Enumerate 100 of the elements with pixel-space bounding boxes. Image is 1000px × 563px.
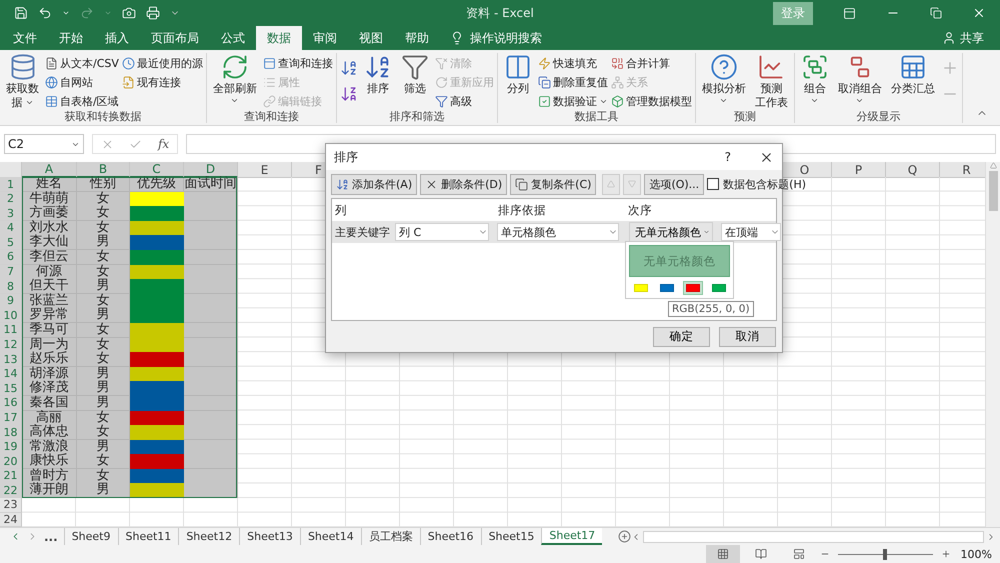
- color-cell[interactable]: [130, 250, 184, 265]
- row-number[interactable]: 16: [0, 396, 22, 411]
- row-number[interactable]: 6: [0, 250, 22, 265]
- dialog-button[interactable]: 取消: [719, 326, 776, 346]
- row-number[interactable]: 22: [0, 483, 22, 498]
- table-cell[interactable]: 李但云: [22, 250, 77, 265]
- table-cell[interactable]: 女: [77, 250, 130, 265]
- ribbon-button[interactable]: 最近使用的源: [122, 54, 203, 72]
- sort-ascending-icon[interactable]: [340, 59, 358, 77]
- database-icon[interactable]: [8, 53, 36, 81]
- color-cell[interactable]: [130, 468, 184, 484]
- table-cell[interactable]: [184, 235, 238, 250]
- color-cell[interactable]: [130, 396, 184, 411]
- table-cell[interactable]: 女: [77, 454, 130, 470]
- color-cell[interactable]: [130, 206, 184, 222]
- column-header[interactable]: R: [940, 162, 985, 178]
- row-number[interactable]: 18: [0, 425, 22, 440]
- column-header[interactable]: Q: [886, 162, 940, 178]
- globe-icon[interactable]: [45, 76, 58, 88]
- restore-icon[interactable]: [930, 7, 942, 19]
- table-cell[interactable]: [184, 454, 238, 470]
- color-option[interactable]: [657, 281, 677, 295]
- redo-icon[interactable]: [80, 6, 94, 20]
- color-cell[interactable]: [130, 410, 184, 426]
- save-icon[interactable]: [14, 6, 28, 20]
- table-cell[interactable]: 女: [77, 322, 130, 338]
- table-cell[interactable]: [184, 468, 238, 484]
- add-sheet-icon[interactable]: [618, 530, 632, 543]
- zoom-in-icon[interactable]: [940, 549, 951, 559]
- row-number[interactable]: 9: [0, 294, 22, 309]
- caret-icon[interactable]: [62, 9, 70, 17]
- ribbon-button[interactable]: 模拟分析: [698, 53, 749, 110]
- search-field[interactable]: 操作说明搜索: [470, 30, 542, 46]
- row-number[interactable]: 11: [0, 322, 22, 338]
- table-cell[interactable]: [184, 206, 238, 222]
- combine-icon[interactable]: [610, 56, 624, 70]
- table-cell[interactable]: [184, 279, 238, 294]
- ribbon-button[interactable]: 高级: [434, 92, 494, 110]
- share-button[interactable]: 共享: [960, 30, 984, 46]
- refresh-icon[interactable]: [220, 53, 249, 81]
- table-cell[interactable]: 李大仙: [22, 235, 77, 250]
- clock-icon[interactable]: [122, 56, 135, 70]
- column-select[interactable]: 列 C: [395, 223, 489, 241]
- table-cell[interactable]: 男: [77, 279, 130, 294]
- table-cell[interactable]: 男: [77, 483, 130, 498]
- help-icon[interactable]: [710, 53, 738, 81]
- lightning-icon[interactable]: [538, 56, 551, 70]
- caret-icon[interactable]: [719, 96, 728, 105]
- ribbon-button[interactable]: 预测 工作表: [752, 53, 791, 110]
- row-number[interactable]: 24: [0, 512, 22, 527]
- copy-icon[interactable]: [515, 178, 528, 190]
- column-header[interactable]: B: [77, 162, 130, 178]
- table-cell[interactable]: 男: [77, 235, 130, 250]
- table-cell[interactable]: 薄开朗: [22, 483, 77, 498]
- color-option[interactable]: [683, 281, 703, 295]
- table-cell[interactable]: 女: [77, 220, 130, 236]
- table-cell[interactable]: [184, 483, 238, 498]
- table-cell[interactable]: 女: [77, 468, 130, 484]
- color-cell[interactable]: [130, 425, 184, 440]
- table-cell[interactable]: [184, 264, 238, 280]
- row-number[interactable]: 12: [0, 338, 22, 353]
- table-cell[interactable]: 康快乐: [22, 454, 77, 470]
- color-cell[interactable]: [130, 454, 184, 470]
- scroll-up-icon[interactable]: [990, 162, 996, 169]
- order-color-button[interactable]: 无单元格颜色: [629, 222, 713, 242]
- close-icon[interactable]: [972, 6, 986, 20]
- columns-icon[interactable]: [504, 53, 532, 81]
- color-cell[interactable]: [130, 322, 184, 338]
- color-option[interactable]: [631, 281, 651, 295]
- row-number[interactable]: 3: [0, 206, 22, 222]
- table-cell[interactable]: 男: [77, 366, 130, 382]
- sheet-tab[interactable]: Sheet17: [541, 528, 602, 545]
- table-cell[interactable]: [184, 440, 238, 455]
- ribbon-button[interactable]: 数据验证: [538, 92, 608, 110]
- caret-icon[interactable]: [230, 96, 240, 105]
- duplicate-remove-icon[interactable]: [538, 76, 551, 88]
- table-cell[interactable]: [184, 396, 238, 411]
- table-cell[interactable]: [184, 381, 238, 396]
- row-number[interactable]: 13: [0, 352, 22, 368]
- table-cell[interactable]: [184, 352, 238, 368]
- ribbon-button[interactable]: 全部刷新: [210, 53, 260, 110]
- color-cell[interactable]: [130, 338, 184, 353]
- sort-on-select[interactable]: 单元格颜色: [497, 223, 619, 241]
- row-number[interactable]: 1: [0, 177, 22, 192]
- table-icon[interactable]: [45, 94, 58, 108]
- table-cell[interactable]: [184, 366, 238, 382]
- add-level-icon[interactable]: [336, 178, 349, 190]
- column-header[interactable]: P: [832, 162, 886, 178]
- row-number[interactable]: 2: [0, 192, 22, 207]
- ribbon-display-icon[interactable]: [843, 6, 856, 20]
- ribbon-button[interactable]: 筛选: [398, 53, 432, 110]
- ribbon-tab[interactable]: 插入: [94, 26, 140, 50]
- dialog-button[interactable]: 确定: [653, 326, 710, 346]
- row-number[interactable]: 10: [0, 308, 22, 324]
- filter-icon[interactable]: [400, 53, 429, 81]
- row-number[interactable]: 21: [0, 468, 22, 484]
- ribbon-button[interactable]: 删除重复值: [538, 73, 608, 91]
- ribbon-button[interactable]: 合并计算: [610, 54, 692, 72]
- panel-icon[interactable]: [262, 56, 276, 70]
- color-cell[interactable]: [130, 279, 184, 294]
